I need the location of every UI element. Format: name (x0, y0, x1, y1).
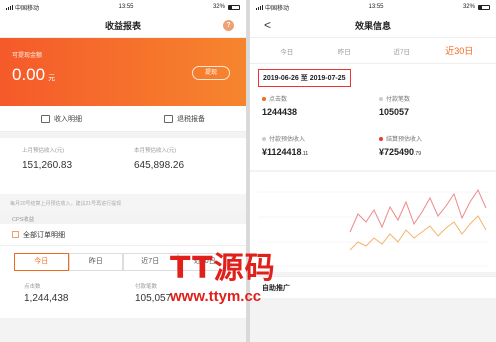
cps-label: CPS收益 (12, 217, 35, 223)
estimate-panel: 上月预估收入(元) 151,260.83 本月预估收入(元) 645,898.2… (0, 138, 246, 194)
metric-dot (262, 136, 266, 141)
clicks-value: 1,244,438 (24, 293, 69, 304)
tab-today[interactable]: 今日 (14, 253, 69, 271)
tab-today[interactable]: 今日 (258, 46, 316, 56)
metrics-grid: 点击数 1244438 付款笔数 105057 付款预估收入 ¥1124418.… (250, 86, 496, 170)
last-month-label: 上月预估收入(元) (22, 148, 65, 154)
balance-label: 可提现金额 (12, 53, 43, 59)
clicks-label: 点击数 (24, 284, 41, 290)
withdraw-button[interactable]: 提现 (192, 66, 230, 80)
carrier: 中国移动 (265, 5, 290, 12)
day-tabs: 今日 昨日 近7日 近30日 (0, 246, 246, 278)
tab-7days[interactable]: 近7日 (123, 253, 178, 271)
series-line-red (349, 188, 487, 233)
metric-pay-estimate[interactable]: 付款预估收入 ¥1124418.11 (262, 130, 379, 170)
nav-bar: 收益报表 ? (0, 14, 246, 38)
receipt-icon (41, 114, 50, 123)
page-title: 收益报表 (104, 21, 141, 31)
signal-icon (256, 4, 263, 10)
date-range-row: 2019-06-26 至 2019-07-25 (250, 64, 496, 87)
battery-icon (227, 4, 240, 10)
battery-icon (477, 4, 490, 10)
tab-30days[interactable]: 近30日 (431, 44, 489, 57)
document-icon (164, 114, 173, 123)
left-screen: 中国移动 13:55 32% 收益报表 ? 可提现金额 0.00 元 提现 收入明… (0, 0, 246, 342)
tab-yesterday[interactable]: 昨日 (68, 253, 123, 271)
metric-clicks[interactable]: 点击数 1244438 (262, 90, 379, 130)
last-month-value: 151,260.83 (22, 160, 73, 171)
metric-payments[interactable]: 付款笔数 105057 (379, 90, 496, 130)
tab-30days[interactable]: 近30日 (177, 253, 232, 271)
self-promo-title: 自助推广 (250, 276, 496, 298)
settlement-note: 每月20号结算上月预估收入，建议21号再进行提现 (0, 194, 246, 212)
metric-settle-estimate[interactable]: 结算预估收入 ¥725490.79 (379, 130, 496, 170)
right-screen: 中国移动 13:55 32% < 效果信息 今日 昨日 近7日 近30日 201… (250, 0, 496, 342)
metric-dot (379, 136, 383, 141)
status-bar: 中国移动 13:55 32% (0, 0, 246, 14)
balance-card: 可提现金额 0.00 元 提现 (0, 38, 246, 106)
orders-icon (12, 231, 19, 238)
back-arrow-icon[interactable]: < (264, 18, 271, 32)
clock: 13:55 (118, 4, 134, 10)
carrier: 中国移动 (15, 5, 40, 12)
metric-dot (379, 96, 383, 101)
date-range[interactable]: 2019-06-26 至 2019-07-25 (258, 69, 351, 87)
this-month-label: 本月预估收入(元) (134, 148, 177, 154)
clock: 13:55 (368, 4, 384, 10)
trend-chart (250, 172, 496, 272)
battery-percent: 32% (212, 4, 225, 10)
tab-yesterday[interactable]: 昨日 (316, 46, 374, 56)
status-bar: 中国移动 13:55 32% (250, 0, 496, 14)
signal-icon (6, 4, 13, 10)
series-line-orange (349, 215, 487, 251)
all-orders-link[interactable]: 全部订单明细 (0, 224, 246, 246)
page-title: 效果信息 (354, 21, 391, 31)
payments-label: 付款笔数 (135, 284, 158, 290)
period-tabs: 今日 昨日 近7日 近30日 (250, 38, 496, 64)
income-detail-button[interactable]: 收入明细 (0, 114, 123, 124)
help-icon[interactable]: ? (223, 20, 234, 31)
nav-bar: < 效果信息 (250, 14, 496, 38)
trend-chart-svg (258, 188, 488, 267)
battery-percent: 32% (462, 4, 475, 10)
this-month-value: 645,898.26 (134, 160, 185, 171)
action-row: 收入明细 退税报备 (0, 106, 246, 132)
bottom-stats: 点击数 1,244,438 付款笔数 105,057 (0, 278, 246, 318)
tab-7days[interactable]: 近7日 (373, 46, 431, 56)
metric-dot (262, 96, 266, 101)
payments-value: 105,057 (135, 293, 172, 304)
tax-report-button[interactable]: 退税报备 (123, 114, 246, 124)
